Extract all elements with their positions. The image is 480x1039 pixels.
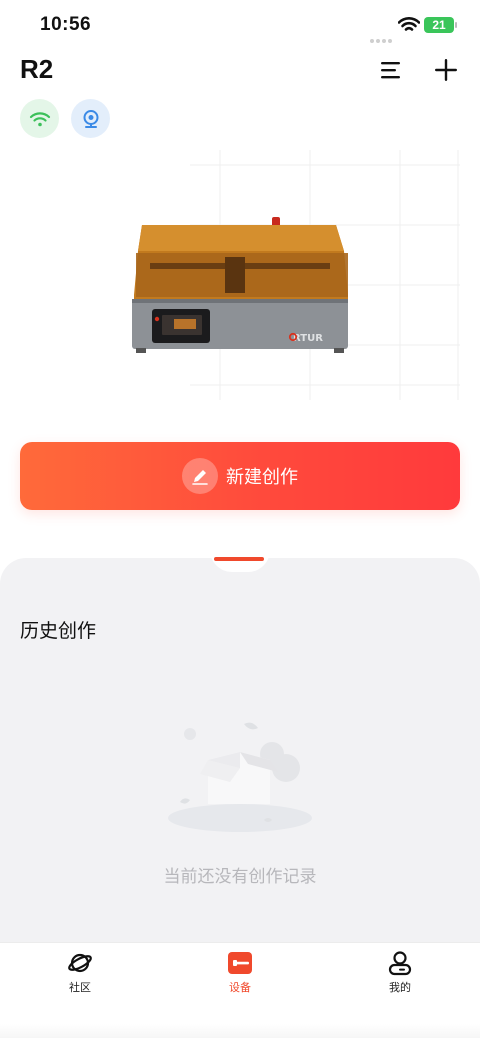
device-icon (200, 950, 280, 976)
signal-dots-icon (370, 28, 394, 47)
new-creation-label: 新建创作 (226, 467, 298, 488)
planet-icon (40, 950, 120, 976)
tab-community[interactable]: 社区 (40, 950, 120, 995)
plus-icon (435, 59, 457, 81)
device-title: R2 (20, 54, 54, 84)
history-title: 历史创作 (20, 620, 97, 642)
edit-icon (182, 458, 218, 494)
camera-icon (83, 109, 98, 128)
wifi-connection-button[interactable] (20, 99, 59, 138)
wifi-icon (29, 111, 50, 126)
camera-button[interactable] (71, 99, 110, 138)
new-creation-button[interactable]: 新建创作 (20, 442, 460, 510)
wifi-status-icon (397, 17, 421, 37)
menu-icon (381, 62, 400, 79)
profile-icon (360, 950, 440, 976)
battery-indicator: 21 (424, 17, 454, 33)
tab-device-label: 设备 (229, 981, 251, 994)
tab-community-label: 社区 (69, 981, 91, 994)
tab-device[interactable]: 设备 (200, 950, 280, 995)
empty-box-icon (168, 722, 312, 832)
battery-tip (455, 22, 457, 28)
add-device-button[interactable] (432, 56, 460, 84)
menu-button[interactable] (378, 58, 404, 82)
home-indicator-area (0, 1024, 480, 1038)
empty-state-text: 当前还没有创作记录 (163, 867, 317, 887)
drag-handle[interactable] (214, 557, 264, 561)
tab-profile[interactable]: 我的 (360, 950, 440, 995)
brand-logo: RTUR (293, 333, 323, 344)
tab-profile-label: 我的 (389, 981, 411, 994)
status-time: 10:56 (40, 14, 92, 35)
laser-engraver-image: RTUR (132, 217, 348, 353)
